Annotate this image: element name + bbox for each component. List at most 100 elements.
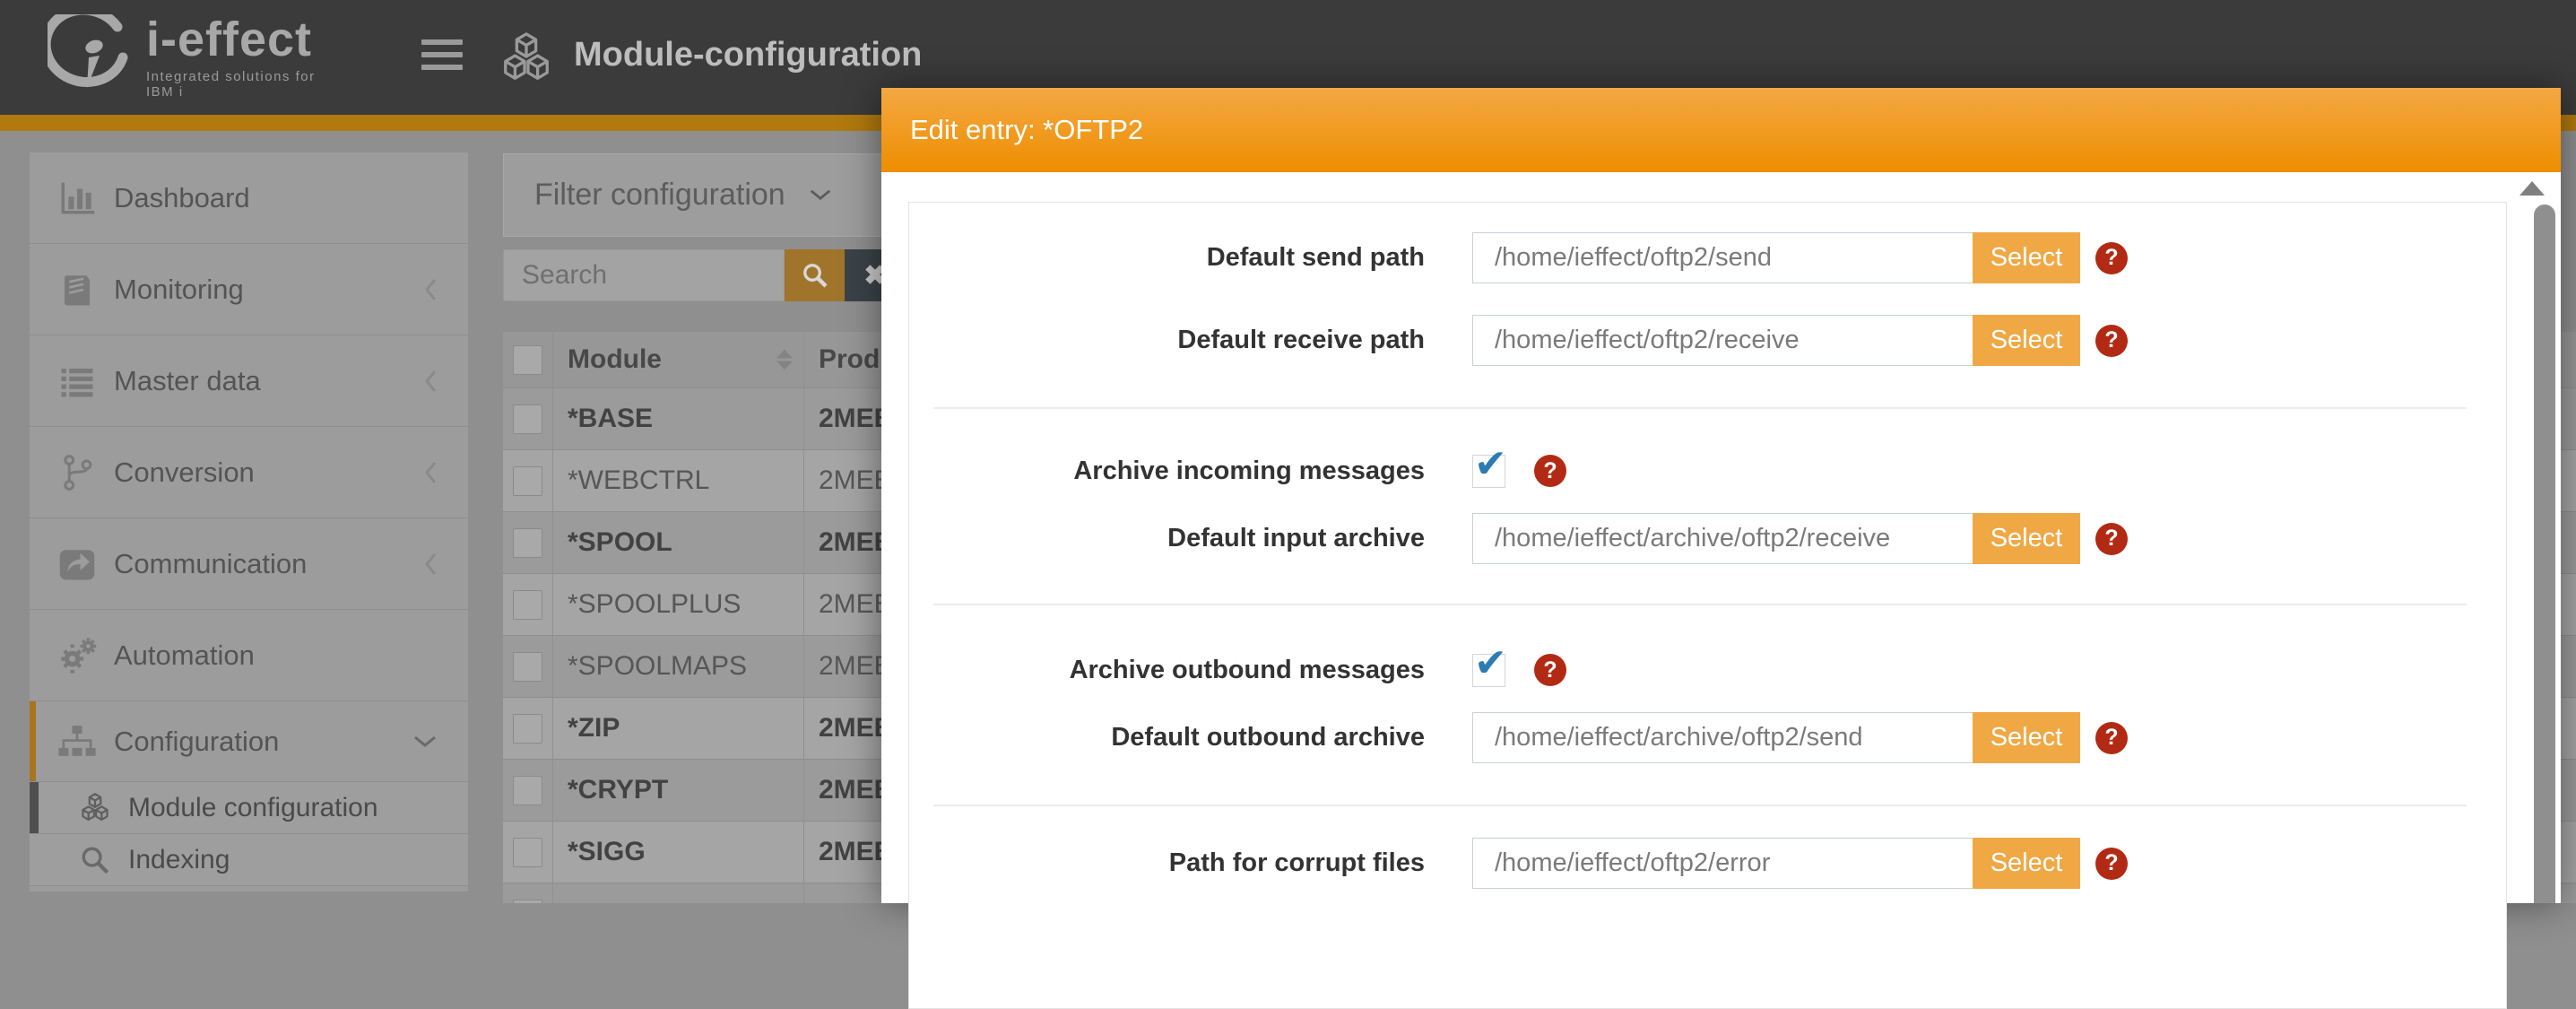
chevron-down-icon (809, 188, 832, 202)
select-path-button[interactable]: Select (1973, 712, 2080, 763)
sidebar-item-conversion[interactable]: Conversion (30, 427, 468, 518)
sidebar-item-automation[interactable]: Automation (30, 610, 468, 701)
form-row-default-input-archive: Default input archive Select ? (933, 513, 2467, 564)
logo-wordmark: i-effect (146, 13, 312, 66)
select-path-button[interactable]: Select (1973, 315, 2080, 366)
default-outbound-archive-input[interactable] (1472, 712, 1973, 763)
default-receive-path-input[interactable] (1472, 315, 1973, 366)
row-checkbox[interactable] (513, 590, 542, 620)
sidebar-item-configuration[interactable]: Configuration (30, 701, 468, 782)
help-icon[interactable]: ? (1534, 654, 1566, 686)
form-row-default-outbound-archive: Default outbound archive Select ? (933, 712, 2467, 763)
branch-icon (56, 454, 98, 491)
help-icon[interactable]: ? (2095, 848, 2128, 880)
select-all-checkbox[interactable] (513, 345, 542, 375)
sidebar-item-label: Configuration (114, 726, 279, 758)
select-path-button[interactable]: Select (1973, 232, 2080, 283)
field-label: Default input archive (933, 524, 1425, 553)
corrupt-files-path-input[interactable] (1472, 838, 1973, 889)
default-input-archive-input[interactable] (1472, 513, 1973, 564)
chevron-left-icon (423, 277, 438, 302)
form-row-archive-incoming: Archive incoming messages ✔ ? (933, 453, 2467, 489)
sidebar-item-label: Communication (114, 548, 307, 580)
checkmark-icon: ✔ (1474, 640, 1507, 686)
checkmark-icon: ✔ (1474, 441, 1507, 487)
help-icon[interactable]: ? (2095, 325, 2128, 357)
logo-swirl-icon (48, 14, 134, 100)
form-group-corrupt-files: Path for corrupt files Select ? (933, 805, 2467, 889)
row-checkbox[interactable] (513, 404, 542, 434)
edit-entry-modal: Edit entry: *OFTP2 Default send path Sel… (881, 88, 2561, 903)
gears-icon (56, 636, 98, 675)
bar-chart-icon (56, 179, 98, 217)
form-group-outbound-archive: Archive outbound messages ✔ ? Default ou… (933, 604, 2467, 763)
form-row-default-send-path: Default send path Select ? (933, 232, 2467, 283)
field-label: Archive incoming messages (933, 457, 1425, 486)
modal-body: Default send path Select ? Default recei… (881, 172, 2561, 903)
field-label: Archive outbound messages (933, 656, 1425, 685)
field-label: Path for corrupt files (933, 848, 1425, 878)
modal-scrollbar[interactable] (2507, 172, 2561, 903)
sidebar: Dashboard Monitoring (30, 152, 468, 892)
row-checkbox[interactable] (513, 652, 542, 682)
sidebar-item-label: Automation (114, 639, 255, 672)
archive-incoming-checkbox[interactable]: ✔ (1472, 455, 1505, 488)
row-checkbox[interactable] (513, 714, 542, 744)
select-path-button[interactable]: Select (1973, 838, 2080, 889)
help-icon[interactable]: ? (2095, 523, 2128, 555)
row-checkbox[interactable] (513, 528, 542, 558)
form-group-incoming-archive: Archive incoming messages ✔ ? Default in… (933, 407, 2467, 564)
search-icon (802, 262, 828, 289)
help-icon[interactable]: ? (2095, 722, 2128, 754)
sidebar-subitem-module-configuration[interactable]: Module configuration (30, 782, 468, 834)
sidebar-item-label: Monitoring (114, 274, 244, 306)
help-icon[interactable]: ? (2095, 242, 2128, 274)
form-group-paths: Default send path Select ? Default recei… (933, 232, 2467, 366)
search-button[interactable] (785, 249, 845, 301)
chevron-left-icon (423, 369, 438, 394)
chevron-left-icon (423, 460, 438, 485)
list-icon (56, 362, 98, 400)
sidebar-item-label: Master data (114, 365, 261, 397)
book-icon (56, 271, 98, 309)
search-row: ✖ (503, 249, 906, 301)
sidebar-item-monitoring[interactable]: Monitoring (30, 244, 468, 335)
field-label: Default receive path (933, 326, 1425, 355)
form-row-default-receive-path: Default receive path Select ? (933, 315, 2467, 366)
row-checkbox[interactable] (513, 838, 542, 867)
chevron-down-icon (412, 735, 438, 749)
scrollbar-thumb[interactable] (2534, 204, 2555, 903)
filter-configuration-label: Filter configuration (534, 178, 785, 213)
select-path-button[interactable]: Select (1973, 513, 2080, 564)
cubes-icon (499, 30, 554, 86)
sidebar-subitem-label: Indexing (128, 845, 230, 875)
form-row-archive-outbound: Archive outbound messages ✔ ? (933, 652, 2467, 688)
sidebar-item-dashboard[interactable]: Dashboard (30, 152, 468, 244)
i-effect-logo[interactable]: i-effect Integrated solutions for IBM i (48, 9, 334, 106)
oftp2-settings-form: Default send path Select ? Default recei… (908, 202, 2507, 1009)
search-icon (76, 845, 114, 875)
row-checkbox[interactable] (513, 900, 542, 904)
row-checkbox[interactable] (513, 776, 542, 805)
column-header-module[interactable]: Module (553, 332, 804, 387)
sidebar-subitem-indexing[interactable]: Indexing (30, 834, 468, 886)
scroll-up-arrow-icon[interactable] (2520, 181, 2545, 196)
sidebar-item-communication[interactable]: Communication (30, 518, 468, 610)
sort-icon[interactable] (776, 350, 793, 370)
sitemap-icon (56, 724, 98, 760)
sidebar-item-label: Dashboard (114, 182, 250, 214)
chevron-left-icon (423, 552, 438, 577)
logo-tagline: Integrated solutions for IBM i (146, 69, 334, 100)
help-icon[interactable]: ? (1534, 455, 1566, 487)
search-input[interactable] (503, 249, 785, 301)
modal-title: Edit entry: *OFTP2 (910, 114, 1143, 146)
cubes-icon (76, 792, 114, 824)
default-send-path-input[interactable] (1472, 232, 1973, 283)
menu-toggle-icon[interactable] (421, 39, 463, 75)
modal-header: Edit entry: *OFTP2 (881, 88, 2561, 172)
field-label: Default outbound archive (933, 723, 1425, 752)
row-checkbox[interactable] (513, 466, 542, 496)
archive-outbound-checkbox[interactable]: ✔ (1472, 654, 1505, 687)
sidebar-item-master-data[interactable]: Master data (30, 335, 468, 427)
page-title: Module-configuration (574, 36, 922, 74)
